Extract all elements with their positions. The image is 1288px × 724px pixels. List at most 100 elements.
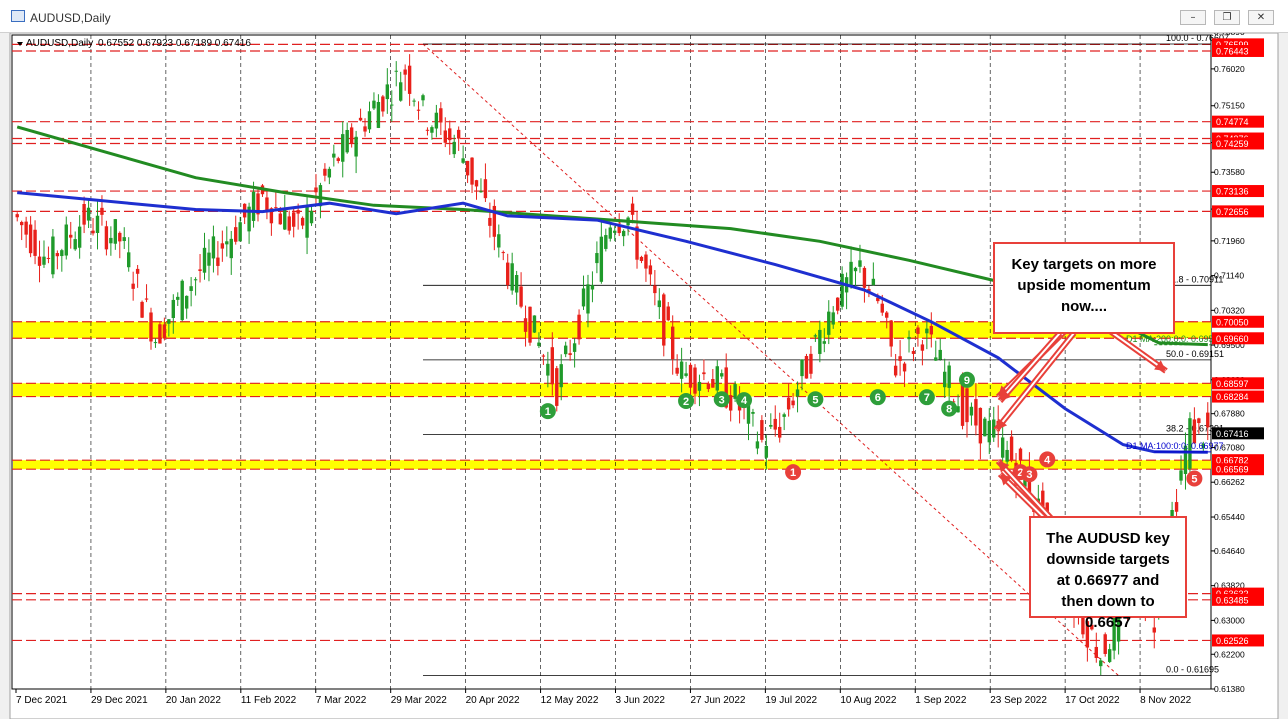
candle-body [853,267,858,272]
fib-level-label: 50.0 - 0.69151 [1166,349,1224,359]
candle-body [577,314,581,340]
y-tick-label: 0.65440 [1214,512,1245,522]
swing-marker-label: 7 [924,392,930,404]
candle-body [479,191,483,193]
candle-body [465,160,470,176]
chart-window-icon [11,10,25,22]
candle-body [456,129,461,139]
candle-body [1107,649,1112,662]
candle-body [657,300,662,308]
candle-body [880,303,884,313]
candle-body [474,180,479,187]
x-tick-label: 7 Mar 2022 [316,695,367,706]
candle-body [840,273,844,307]
window-title-bar: AUDUSD,Daily – ❐ ✕ [0,0,1288,33]
candle-body [296,210,300,214]
candle-body [889,320,893,347]
candle-body [251,191,256,221]
candle-body [60,250,64,257]
candle-body [488,217,492,226]
candle-body [934,357,938,361]
candle-body [827,311,831,335]
chart-area[interactable]: 100.0 - 0.76607 61.8 - 0.70911 50.0 - 0.69… [0,27,1288,724]
candle-body [372,100,376,109]
candle-body [800,359,804,377]
candle-body [965,388,969,423]
candle-body [51,236,55,275]
candle-body [746,404,751,424]
window-title: AUDUSD,Daily [30,11,111,25]
candle-body [283,209,287,230]
x-tick-label: 29 Mar 2022 [391,695,448,706]
x-tick-label: 29 Dec 2021 [91,695,148,706]
candle-body [198,269,202,271]
candle-body [385,84,390,100]
x-tick-label: 12 May 2022 [541,695,599,706]
candle-body [885,312,889,318]
candle-body [305,205,309,238]
candle-body [425,129,430,131]
candle-body [144,298,149,300]
candle-body [929,325,934,335]
candle-body [671,326,675,360]
candle-body [314,187,318,193]
candle-body [702,372,706,375]
candle-body [434,112,439,129]
restore-button[interactable]: ❐ [1214,10,1240,25]
candle-body [858,260,862,267]
swing-marker-label: 3 [719,394,725,406]
candle-body [720,373,724,377]
candle-body [238,222,242,242]
candle-body [448,128,452,141]
candle-body [920,344,925,351]
candle-body [599,236,604,282]
candle-body [938,349,942,360]
candle-body [630,203,635,215]
candle-body [639,256,644,261]
close-button[interactable]: ✕ [1248,10,1274,25]
candle-body [407,65,412,94]
candle-body [220,243,225,249]
candle-body [871,278,876,286]
price-tag-label: 0.76443 [1216,46,1249,56]
candle-body [184,295,189,309]
price-chart[interactable]: 100.0 - 0.7660761.8 - 0.7091150.0 - 0.69… [0,27,1288,720]
candle-body [893,365,898,376]
candle-body [91,230,95,234]
candle-body [1174,502,1179,512]
candle-body [69,234,73,238]
candle-body [158,324,162,344]
x-tick-label: 20 Jan 2022 [166,695,221,706]
candle-body [537,342,541,347]
x-tick-label: 23 Sep 2022 [990,695,1047,706]
price-tag-label: 0.72656 [1216,207,1249,217]
candle-body [497,234,501,248]
candle-body [1094,646,1098,658]
candle-body [416,109,421,111]
y-tick-label: 0.71140 [1214,271,1244,281]
candle-body [470,157,474,185]
candle-body [666,306,670,321]
candle-body [300,217,305,226]
minimize-button[interactable]: – [1180,10,1206,25]
candle-body [443,130,447,143]
candle-body [782,414,786,417]
candle-body [831,312,835,325]
candle-body [104,226,109,250]
candle-body [791,400,795,406]
candle-body [960,383,965,426]
candle-body [795,389,800,397]
x-tick-label: 10 Aug 2022 [840,695,897,706]
candle-body [773,418,777,430]
candle-body [501,252,505,254]
candle-body [28,224,33,254]
candle-body [189,286,193,291]
candle-body [969,406,974,416]
candle-body [140,301,144,318]
candle-body [679,361,684,379]
candle-body [118,232,122,242]
candle-body [621,230,626,237]
candle-body [24,221,28,235]
candle-body [336,158,340,161]
candle-body [55,253,60,257]
